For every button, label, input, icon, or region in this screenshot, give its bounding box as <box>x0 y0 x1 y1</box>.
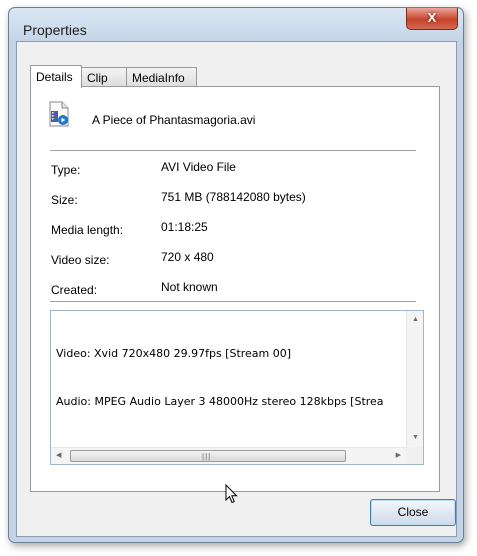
mouse-pointer-icon <box>225 483 239 507</box>
size-label: Size: <box>51 193 78 207</box>
video-size-value: 720 x 480 <box>161 250 214 264</box>
details-panel: A Piece of Phantasmagoria.avi Type: AVI … <box>30 86 440 504</box>
separator-bottom <box>50 301 416 302</box>
properties-window: Properties X Details Clip MediaInfo A Pi… <box>8 7 464 543</box>
scroll-right-icon[interactable]: ▶ <box>396 451 401 461</box>
window-close-button[interactable]: X <box>406 8 458 30</box>
dialog-body: Details Clip MediaInfo A Piece of Phanta… <box>16 41 457 537</box>
file-name: A Piece of Phantasmagoria.avi <box>92 113 256 127</box>
video-stream-line: Video: Xvid 720x480 29.97fps [Stream 00] <box>56 347 292 360</box>
scrollbar-corner <box>406 447 423 464</box>
scroll-left-icon[interactable]: ◀ <box>56 451 61 461</box>
vertical-scrollbar[interactable]: ▲ ▼ <box>406 311 423 447</box>
media-length-label: Media length: <box>51 223 124 237</box>
created-value: Not known <box>161 280 218 294</box>
scroll-down-icon[interactable]: ▼ <box>412 433 419 443</box>
video-size-label: Video size: <box>51 253 110 267</box>
stream-info-text[interactable]: Video: Xvid 720x480 29.97fps [Stream 00]… <box>56 314 405 446</box>
size-value: 751 MB (788142080 bytes) <box>161 190 306 204</box>
horizontal-scroll-thumb[interactable]: ||| <box>70 450 346 462</box>
created-label: Created: <box>51 283 98 297</box>
scroll-up-icon[interactable]: ▲ <box>412 315 419 325</box>
type-label: Type: <box>51 163 81 177</box>
title-bar[interactable]: Properties <box>9 8 463 41</box>
audio-stream-line: Audio: MPEG Audio Layer 3 48000Hz stereo… <box>56 395 384 408</box>
media-length-value: 01:18:25 <box>161 220 208 234</box>
tab-mediainfo[interactable]: MediaInfo <box>126 67 197 87</box>
close-button[interactable]: Close <box>370 499 456 526</box>
tab-details[interactable]: Details <box>30 65 82 88</box>
video-file-icon <box>48 101 70 127</box>
type-value: AVI Video File <box>161 160 236 174</box>
grip-icon: ||| <box>202 452 212 461</box>
tab-clip[interactable]: Clip <box>81 67 127 87</box>
horizontal-scrollbar[interactable]: ◀ ||| ▶ <box>51 447 406 464</box>
separator-top <box>50 150 416 151</box>
stream-info-textbox[interactable]: Video: Xvid 720x480 29.97fps [Stream 00]… <box>50 310 424 465</box>
window-title: Properties <box>23 22 87 38</box>
